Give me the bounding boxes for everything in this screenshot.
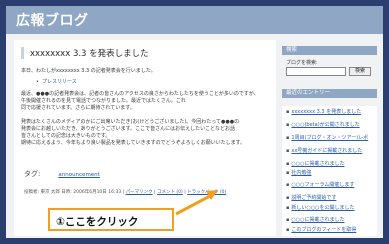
search-label: ブログを検索: xyxy=(286,60,318,66)
post-body-line-7: 期待に応えるよう、今年もより良い製品を発表していきますのでどうぞよろしくお願いい… xyxy=(21,140,246,146)
post-footer: 投稿者: 東京 太郎 日時: 2006年6月10日 16:33 | パーマリンク… xyxy=(24,190,227,195)
sidebar: 検索 ブログを検索: 検索 最近のエントリー xxxxxxxx 3.3 を発表し… xyxy=(282,40,377,236)
blog-page: 広報ブログ xxxxxxxx 3.3 を発表しました 本日、わたしがxxxxxx… xyxy=(6,6,383,238)
recent-entry[interactable]: ○○○(beta)が公開されました xyxy=(286,121,359,128)
blog-header: 広報ブログ xyxy=(6,6,383,34)
search-heading: 検索 xyxy=(282,46,377,55)
recent-entries-heading: 最近のエントリー xyxy=(282,89,377,98)
search-input[interactable] xyxy=(286,67,346,76)
post-content: xxxxxxxx 3.3 を発表しました 本日、わたしがxxxxxxxx 3.3… xyxy=(14,40,276,236)
post-body-line-1: 最近、●●●の記者発表会は、記者の皆さんのアクセスの良さからわたしたちを使うこと… xyxy=(21,91,259,97)
post-body-line-2: 午後開催されるのを見て電話でつながりました。最近ではたくさん。これ xyxy=(21,98,186,104)
post-intro: 本日、わたしがxxxxxxxx 3.3 の記者発表会を行いました。 xyxy=(21,68,156,74)
recent-entries-list: xxxxxxxx 3.3 を発表しました ○○○(beta)が公開されました 1… xyxy=(282,106,377,236)
tag-row: タグ: announcement xyxy=(24,169,100,179)
press-release-link[interactable]: プレスリリース xyxy=(36,78,77,85)
tag-label: タグ: xyxy=(24,170,41,178)
permalink-link[interactable]: パーマリンク xyxy=(126,190,153,195)
trackback-link[interactable]: トラックバック (0) xyxy=(187,190,226,195)
comment-link[interactable]: コメント (0) xyxy=(157,190,183,195)
recent-entry[interactable]: このブログのフィードを取得 xyxy=(286,226,356,233)
blog-title[interactable]: 広報ブログ xyxy=(16,10,89,30)
post-body-line-6: 皆さんとしての記念は大きいものです。 xyxy=(21,133,111,139)
recent-entry[interactable]: 新しい○○○を公開しました xyxy=(286,204,354,211)
post-meta: 投稿者: 東京 太郎 日時: 2006年6月10日 16:33 | xyxy=(24,190,125,195)
recent-entry[interactable]: 1周目(ブログ・オン・ツアー)レポ xyxy=(286,134,368,141)
search-button[interactable]: 検索 xyxy=(349,67,371,76)
recent-entry[interactable]: ○○○に掲載されました xyxy=(286,216,344,223)
recent-entry[interactable]: ○○○フォーラム開催します xyxy=(286,181,354,188)
recent-entry[interactable]: 社内勉強 xyxy=(286,169,311,176)
callout-box: ①ここをクリック xyxy=(48,208,174,231)
post-body-line-4: 発表はたくさんのメディアのかにご出席いただき(お(けどうございました)。今回わた… xyxy=(21,119,240,125)
tag-link[interactable]: announcement xyxy=(58,172,99,178)
recent-entry[interactable]: 説明ご予約開始です xyxy=(286,194,336,201)
recent-entry[interactable]: ○○○に掲載されました xyxy=(286,160,344,167)
post-title[interactable]: xxxxxxxx 3.3 を発表しました xyxy=(21,47,149,59)
recent-entry[interactable]: xx号機ガイドに掲載されました xyxy=(286,147,362,154)
post-body-line-5: 発表会にお越しいただき、ありがとうございます。ここで皆さんにはお伝えしたいことな… xyxy=(21,126,236,132)
recent-entry[interactable]: xxxxxxxx 3.3 を発表しました xyxy=(286,108,361,115)
callout-text: ①ここをクリック xyxy=(56,216,139,228)
post-body-line-3: 同で応援されています。さらに期待されています。 xyxy=(21,105,135,111)
